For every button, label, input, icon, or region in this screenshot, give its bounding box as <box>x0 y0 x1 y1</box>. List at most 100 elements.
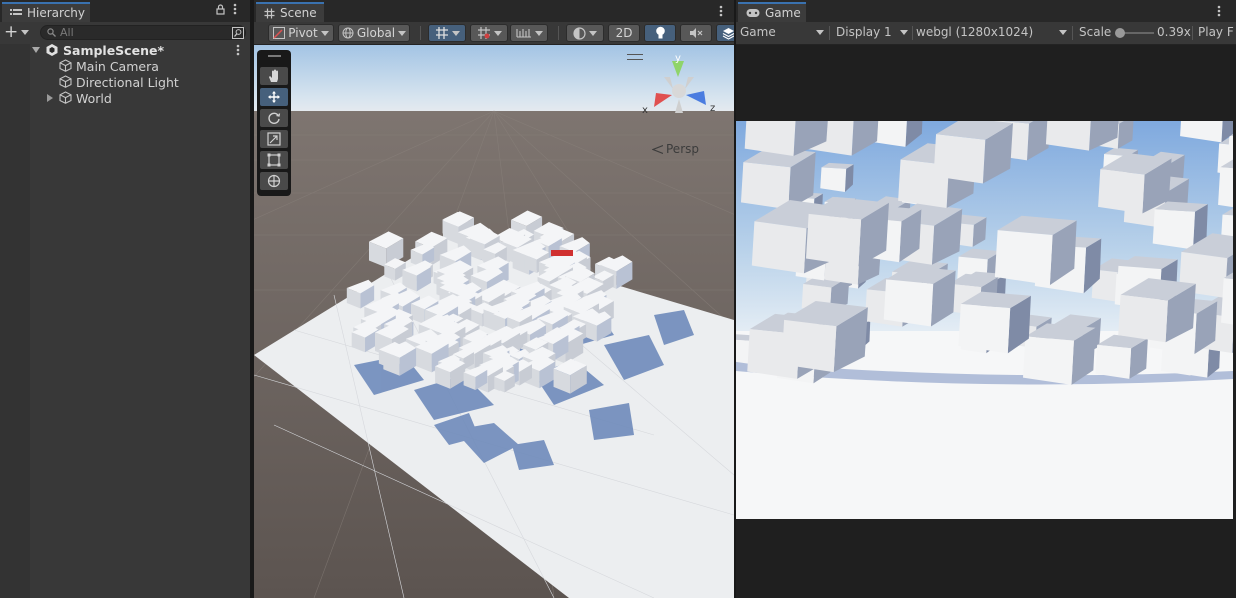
rect-transform-icon <box>267 153 281 167</box>
tree-row-main-camera[interactable]: Main Camera <box>0 58 250 74</box>
overlay-menu-icon[interactable] <box>627 54 643 60</box>
tree-row-world[interactable]: World <box>0 90 250 106</box>
gameobject-cube-icon <box>59 91 72 104</box>
projection-toggle[interactable]: Persp <box>652 142 699 156</box>
move-tool-button[interactable] <box>260 88 288 106</box>
gizmo-y-label: y <box>675 55 681 64</box>
game-viewport[interactable] <box>736 121 1233 519</box>
perspective-icon <box>652 144 663 154</box>
globe-icon <box>342 27 354 39</box>
play-focused-dropdown[interactable]: Play F <box>1198 25 1234 39</box>
scene-name: SampleScene* <box>63 42 164 58</box>
resolution-label: webgl (1280x1024) <box>916 25 1034 39</box>
display-label: Display 1 <box>836 25 892 39</box>
scale-slider-thumb[interactable] <box>1114 28 1125 38</box>
grid-icon <box>477 27 490 39</box>
gizmo-z-label: z <box>710 103 715 114</box>
selected-object-marker <box>551 250 573 256</box>
toolbar-separator <box>558 26 559 40</box>
tree-item-label: Directional Light <box>76 74 179 90</box>
scale-value: 0.39x <box>1157 25 1191 39</box>
lock-icon[interactable] <box>216 3 225 15</box>
hand-tool-button[interactable] <box>260 67 288 85</box>
add-object-button[interactable]: + <box>4 22 30 42</box>
drag-handle-icon[interactable] <box>268 55 281 57</box>
gamepad-icon <box>746 9 760 17</box>
tree-item-label: World <box>76 90 112 106</box>
resolution-dropdown[interactable]: webgl (1280x1024) <box>916 25 1067 39</box>
display-dropdown[interactable]: Display 1 <box>836 25 908 39</box>
projection-label: Persp <box>666 142 699 156</box>
expand-arrow-icon[interactable] <box>32 47 40 53</box>
gizmo-x-axis-icon[interactable] <box>654 93 672 107</box>
transform-tool-button[interactable] <box>260 172 288 190</box>
rect-tool-button[interactable] <box>260 151 288 169</box>
shading-mode-dropdown[interactable] <box>566 24 604 42</box>
hand-icon <box>269 69 278 82</box>
tab-game[interactable]: Game <box>738 2 806 22</box>
grid-visibility-toggle[interactable] <box>470 24 508 42</box>
unity-scene-icon <box>46 44 58 56</box>
cube-object <box>958 291 1031 354</box>
grid-snap-toggle[interactable] <box>428 24 466 42</box>
toolbar-separator <box>829 26 830 40</box>
expand-arrow-icon[interactable] <box>47 94 53 102</box>
gizmo-z-axis-icon[interactable] <box>686 91 706 105</box>
scene-viewport[interactable]: x z y Persp <box>254 45 734 598</box>
game-toolbar: Game Display 1 webgl (1280x1024) Scale 0… <box>736 22 1236 45</box>
gameobject-cube-icon <box>59 75 72 88</box>
tree-item-label: Main Camera <box>76 58 159 74</box>
lighting-toggle[interactable] <box>644 24 676 42</box>
global-label: Global <box>356 26 396 40</box>
kebab-menu-icon[interactable] <box>1217 5 1221 17</box>
chevron-down-icon <box>534 30 543 36</box>
gizmo-x-label: x <box>642 105 648 116</box>
list-icon <box>10 9 22 15</box>
move-arrows-icon <box>268 91 280 103</box>
pivot-icon <box>273 27 286 39</box>
search-icon <box>47 28 56 37</box>
scale-tool-button[interactable] <box>260 130 288 148</box>
toolbar-separator <box>1192 26 1193 40</box>
chevron-down-icon <box>493 30 502 36</box>
shading-sphere-icon <box>573 26 586 40</box>
scene-hash-icon <box>264 8 275 18</box>
toggle-2d-button[interactable]: 2D <box>608 24 640 42</box>
rotate-tool-button[interactable] <box>260 109 288 127</box>
pivot-label: Pivot <box>288 26 318 40</box>
cube-object <box>1095 334 1148 379</box>
pivot-dropdown[interactable]: Pivot <box>268 24 334 42</box>
cube-object <box>994 215 1077 286</box>
layers-icon <box>722 27 734 40</box>
gameobject-cube-icon <box>59 59 72 72</box>
global-dropdown[interactable]: Global <box>338 24 410 42</box>
game-panel: Game Game Display 1 webgl (1280x1024) Sc… <box>736 0 1236 598</box>
kebab-menu-icon[interactable] <box>233 3 237 15</box>
add-icon: + <box>4 22 19 42</box>
tab-hierarchy[interactable]: Hierarchy <box>2 2 90 22</box>
cube-object <box>1023 323 1096 385</box>
hierarchy-gutter <box>0 44 30 598</box>
scene-menu-icon[interactable] <box>236 44 240 56</box>
audio-toggle[interactable] <box>680 24 712 42</box>
game-tabbar: Game <box>736 0 1236 23</box>
effects-toggle[interactable] <box>716 24 734 42</box>
hierarchy-tab-actions <box>216 3 237 15</box>
scale-slider[interactable] <box>1114 28 1154 38</box>
chevron-down-icon <box>398 30 407 36</box>
game-view-dropdown[interactable]: Game <box>740 25 824 39</box>
kebab-menu-icon[interactable] <box>719 5 723 17</box>
grid-snap-icon <box>435 27 448 39</box>
tab-scene[interactable]: Scene <box>256 2 324 22</box>
gizmo-center-icon[interactable] <box>672 84 686 98</box>
tree-row-scene[interactable]: SampleScene* <box>0 42 250 58</box>
increment-snap-toggle[interactable] <box>510 24 548 42</box>
scene-tabbar: Scene <box>254 0 734 23</box>
cube-object <box>883 265 956 327</box>
light-bulb-icon <box>655 26 665 39</box>
game-view-label: Game <box>740 25 776 39</box>
scene-search-icon[interactable] <box>232 27 244 39</box>
scene-gizmo[interactable]: x z y <box>642 55 722 130</box>
tree-row-directional-light[interactable]: Directional Light <box>0 74 250 90</box>
hierarchy-search-input[interactable]: All <box>40 25 246 40</box>
